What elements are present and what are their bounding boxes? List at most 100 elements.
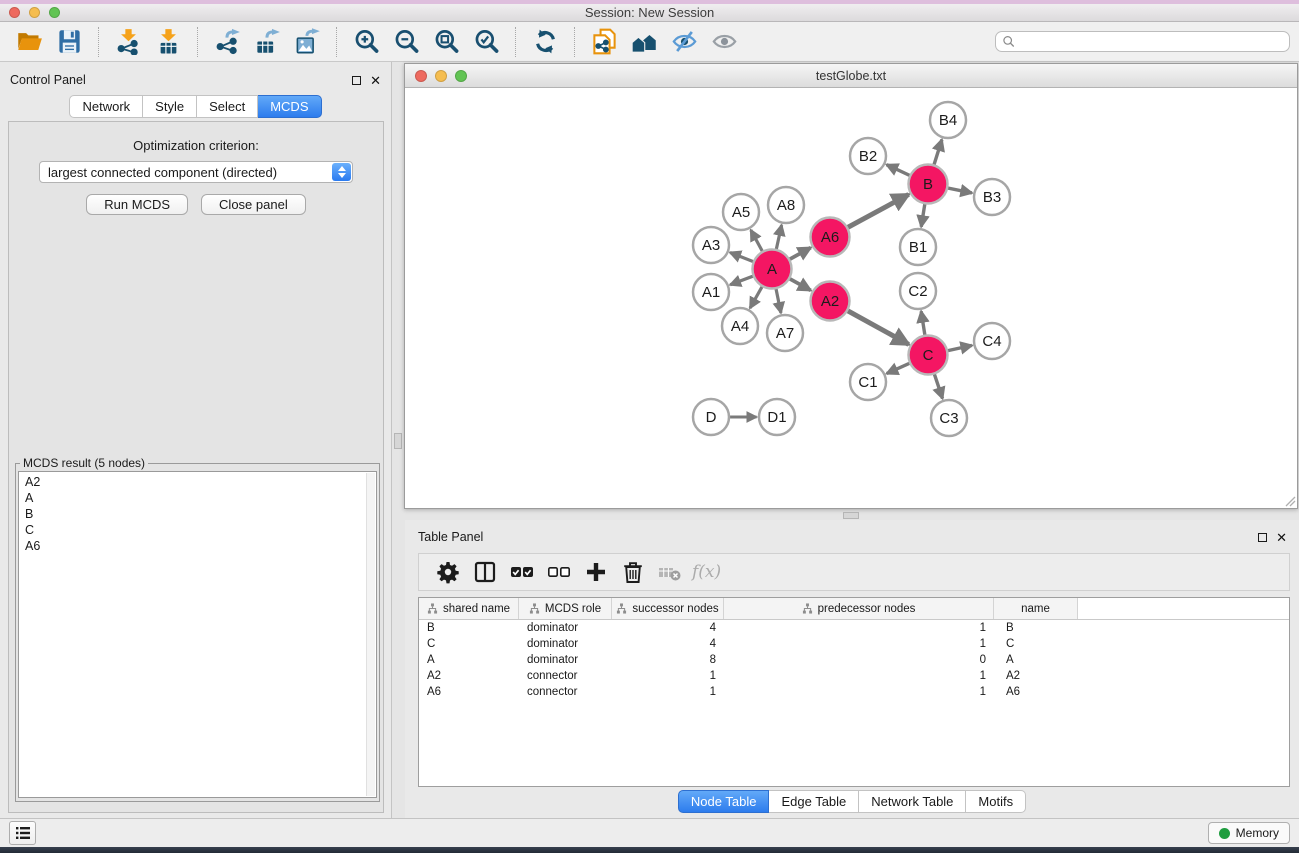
table-settings-button[interactable] [429,556,466,588]
zoom-fit-button[interactable] [426,25,466,59]
task-history-button[interactable] [9,821,36,845]
show-graphics-details-button[interactable] [704,25,744,59]
graph-node-label: A1 [702,284,720,301]
export-table-icon [254,28,281,55]
table-row[interactable]: Bdominator41B [419,620,1289,636]
mcds-result-box: MCDS result (5 nodes) A2 A B C A6 [15,456,380,802]
delete-table-button[interactable] [651,556,688,588]
horizontal-splitter-handle[interactable] [843,512,859,519]
run-mcds-button[interactable]: Run MCDS [86,194,188,215]
vertical-splitter[interactable] [392,62,404,818]
close-panel-icon[interactable]: ✕ [370,74,381,87]
graph-node-label: B1 [909,239,927,256]
network-graph[interactable]: B4B2BB3A8A5A6A3B1AA1C2A2A4A7C4CC1C3DD1 [405,88,1297,508]
toolbar-separator [197,27,198,57]
control-panel: Control Panel ✕ Network Style Select MCD… [0,62,392,818]
refresh-view-button[interactable] [525,25,565,59]
tab-node-table[interactable]: Node Table [678,790,770,813]
close-network-window-icon[interactable] [415,70,427,82]
main-toolbar [0,22,1299,62]
eye-icon [711,28,738,55]
result-scrollbar[interactable] [366,473,375,796]
close-panel-button[interactable]: Close panel [201,194,306,215]
unselect-all-columns-button[interactable] [540,556,577,588]
save-session-button[interactable] [49,25,89,59]
memory-button[interactable]: Memory [1208,822,1290,844]
zoom-out-button[interactable] [386,25,426,59]
list-icon [15,826,31,840]
import-network-button[interactable] [108,25,148,59]
minimize-window-icon[interactable] [29,7,40,18]
optimization-criterion-select[interactable]: largest connected component (directed) [39,161,353,183]
table-row[interactable]: Cdominator41C [419,636,1289,652]
tab-style[interactable]: Style [143,95,197,118]
dropdown-stepper-icon[interactable] [332,163,351,181]
table-row[interactable]: Adominator80A [419,652,1289,668]
function-builder-button[interactable]: f(x) [688,562,721,582]
search-icon [1002,35,1015,48]
result-item[interactable]: A6 [25,538,364,554]
result-item[interactable]: A [25,490,364,506]
duplicate-network-button[interactable] [584,25,624,59]
tab-select[interactable]: Select [197,95,258,118]
graph-node-label: C3 [939,410,958,427]
hide-graphics-details-button[interactable] [664,25,704,59]
splitter-handle[interactable] [394,433,402,449]
export-image-button[interactable] [287,25,327,59]
zoom-selected-button[interactable] [466,25,506,59]
duplicate-network-icon [591,28,618,55]
open-session-button[interactable] [9,25,49,59]
column-header-mcds-role[interactable]: MCDS role [519,598,612,619]
zoom-in-icon [353,28,380,55]
zoom-network-window-icon[interactable] [455,70,467,82]
app-titlebar: Session: New Session [0,4,1299,22]
column-type-icon [616,603,627,614]
table-row[interactable]: A6connector11A6 [419,684,1289,700]
tab-network[interactable]: Network [69,95,143,118]
export-table-button[interactable] [247,25,287,59]
table-toolbar: f(x) [418,553,1290,591]
search-input[interactable] [1019,35,1283,49]
graph-node-label: C [923,347,934,364]
network-window-title: testGlobe.txt [405,69,1297,83]
close-table-panel-icon[interactable]: ✕ [1276,531,1287,544]
zoom-window-icon[interactable] [49,7,60,18]
zoom-in-button[interactable] [346,25,386,59]
resize-grip-icon[interactable] [1285,496,1296,507]
column-header-shared-name[interactable]: shared name [419,598,519,619]
tab-mcds[interactable]: MCDS [258,95,321,118]
result-item[interactable]: B [25,506,364,522]
graph-node-label: A3 [702,237,720,254]
import-table-button[interactable] [148,25,188,59]
float-table-panel-icon[interactable] [1258,533,1267,542]
delete-columns-button[interactable] [614,556,651,588]
tab-edge-table[interactable]: Edge Table [769,790,859,813]
float-panel-icon[interactable] [352,76,361,85]
toolbar-search-field[interactable] [995,31,1290,52]
minimize-network-window-icon[interactable] [435,70,447,82]
select-all-columns-button[interactable] [503,556,540,588]
network-canvas[interactable]: B4B2BB3A8A5A6A3B1AA1C2A2A4A7C4CC1C3DD1 [405,88,1297,508]
home-button[interactable] [624,25,664,59]
toolbar-separator [98,27,99,57]
export-network-button[interactable] [207,25,247,59]
tab-network-table[interactable]: Network Table [859,790,966,813]
table-panel: Table Panel ✕ f(x) shared name MC [405,520,1299,818]
table-header-row: shared name MCDS role successor nodes pr… [419,598,1289,620]
export-network-icon [214,28,241,55]
network-window-titlebar[interactable]: testGlobe.txt [405,64,1297,88]
column-type-icon [529,603,540,614]
column-header-successor-nodes[interactable]: successor nodes [612,598,724,619]
show-column-panel-button[interactable] [466,556,503,588]
result-item[interactable]: C [25,522,364,538]
table-row[interactable]: A2connector11A2 [419,668,1289,684]
column-header-name[interactable]: name [994,598,1078,619]
column-type-icon [802,603,813,614]
column-header-predecessor-nodes[interactable]: predecessor nodes [724,598,994,619]
tab-motifs[interactable]: Motifs [966,790,1026,813]
optimization-criterion-value: largest connected component (directed) [48,165,277,180]
result-item[interactable]: A2 [25,474,364,490]
create-column-button[interactable] [577,556,614,588]
graph-node-label: D1 [767,409,786,426]
close-window-icon[interactable] [9,7,20,18]
